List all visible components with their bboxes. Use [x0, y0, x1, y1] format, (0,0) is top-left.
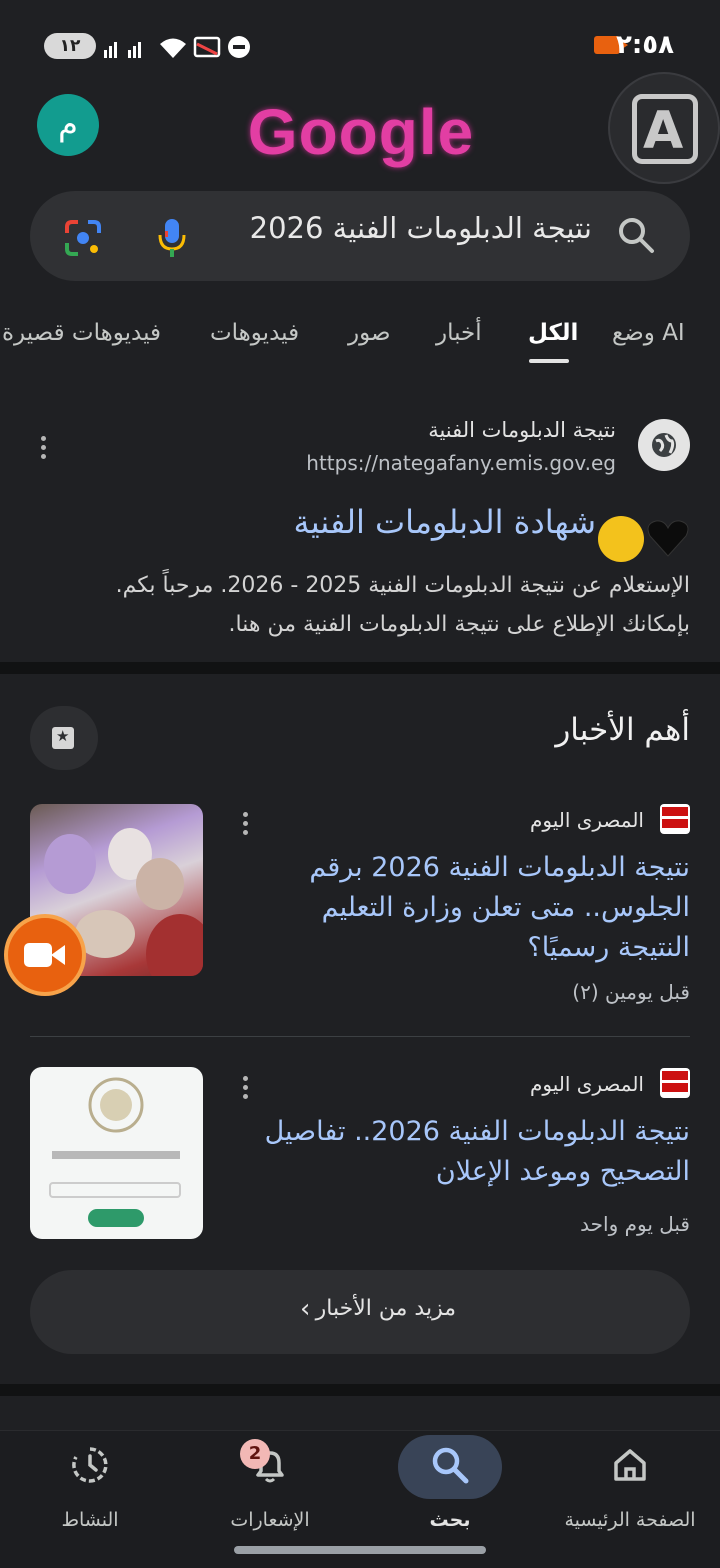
- story-source: المصرى اليوم: [529, 808, 644, 832]
- result-snippet-line: بإمكانك الإطلاع على نتيجة الدبلومات الفن…: [228, 612, 690, 637]
- tab-ai-mode[interactable]: وضع AI: [612, 320, 685, 346]
- nav-home[interactable]: الصفحة الرئيسية: [540, 1431, 720, 1551]
- section-divider: [0, 662, 720, 674]
- source-logo-icon: [660, 804, 690, 834]
- tab-images[interactable]: صور: [348, 320, 391, 346]
- floating-app-button[interactable]: A: [608, 72, 720, 184]
- section-divider: [0, 1384, 720, 1396]
- tab-short-videos[interactable]: فيديوهات قصيرة: [2, 320, 161, 346]
- more-news-label: مزيد من الأخبار: [315, 1296, 456, 1321]
- nav-search[interactable]: بحث: [360, 1431, 540, 1551]
- nav-notifications[interactable]: 2 الإشعارات: [180, 1431, 360, 1551]
- wifi-icon: [158, 36, 188, 58]
- activity-icon: [70, 1445, 110, 1485]
- top-stories-heading: أهم الأخبار: [555, 712, 690, 748]
- result-site-name[interactable]: نتيجة الدبلومات الفنية: [428, 418, 616, 442]
- story-title-link[interactable]: نتيجة الدبلومات الفنية 2026 برقم الجلوس.…: [250, 848, 690, 968]
- home-icon: [610, 1445, 650, 1485]
- gesture-home-bar[interactable]: [234, 1546, 486, 1554]
- search-icon: [430, 1445, 470, 1485]
- story-more-options-icon[interactable]: [240, 1076, 250, 1106]
- result-more-options-icon[interactable]: [38, 436, 48, 466]
- search-icon: [616, 215, 656, 255]
- status-bar: ١٢ ٢:٥٨: [0, 0, 720, 92]
- result-snippet: الإستعلام عن نتيجة الدبلومات الفنية 2025…: [30, 566, 690, 644]
- doodle-logo-text: Google: [247, 96, 475, 168]
- upside-down-face-emoji-icon: [598, 516, 644, 562]
- tab-all[interactable]: الكل: [528, 320, 578, 346]
- nav-activity[interactable]: النشاط: [0, 1431, 180, 1551]
- story-title-link[interactable]: نتيجة الدبلومات الفنية 2026.. تفاصيل الت…: [250, 1112, 690, 1192]
- news-follow-icon[interactable]: [30, 706, 98, 770]
- search-query[interactable]: نتيجة الدبلومات الفنية 2026: [250, 211, 592, 245]
- search-tabs: وضع AI الكل أخبار صور فيديوهات فيديوهات …: [0, 310, 720, 370]
- result-url[interactable]: https://nategafany.emis.gov.eg: [306, 451, 616, 475]
- active-tab-indicator: [529, 359, 569, 363]
- account-avatar[interactable]: م: [37, 94, 99, 156]
- nav-label: بحث: [429, 1509, 471, 1531]
- do-not-disturb-icon: [228, 36, 250, 58]
- tab-news[interactable]: أخبار: [436, 320, 482, 346]
- story-source: المصرى اليوم: [529, 1072, 644, 1096]
- search-box[interactable]: نتيجة الدبلومات الفنية 2026: [30, 191, 690, 281]
- status-time: ٢:٥٨: [615, 30, 674, 60]
- cast-icon: [193, 36, 221, 58]
- google-lens-icon[interactable]: [64, 219, 102, 257]
- story-time: قبل يومين (٢): [572, 980, 690, 1004]
- result-snippet-line: الإستعلام عن نتيجة الدبلومات الفنية 2025…: [115, 573, 690, 598]
- signal-icon: [104, 36, 150, 58]
- story-thumbnail[interactable]: [30, 1067, 203, 1239]
- screen-record-bubble-icon[interactable]: [8, 918, 82, 992]
- black-heart-emoji-icon: [646, 518, 690, 558]
- more-news-button[interactable]: مزيد من الأخبار ‹: [30, 1270, 690, 1354]
- google-doodle[interactable]: Google: [246, 92, 476, 176]
- story-more-options-icon[interactable]: [240, 812, 250, 842]
- battery-indicator: ١٢: [44, 33, 96, 59]
- nav-label: النشاط: [61, 1509, 119, 1531]
- voice-search-icon[interactable]: [156, 217, 188, 259]
- tab-videos[interactable]: فيديوهات: [210, 320, 299, 346]
- app-logo-icon: A: [632, 94, 698, 164]
- result-title-link[interactable]: شهادة الدبلومات الفنية: [294, 503, 596, 541]
- story-divider: [30, 1036, 690, 1037]
- nav-label: الإشعارات: [230, 1509, 310, 1531]
- site-favicon-globe-icon: [638, 419, 690, 471]
- notification-badge: 2: [240, 1439, 270, 1469]
- nav-label: الصفحة الرئيسية: [564, 1509, 696, 1531]
- chevron-left-icon: ‹: [300, 1294, 311, 1324]
- story-time: قبل يوم واحد: [580, 1212, 690, 1236]
- source-logo-icon: [660, 1068, 690, 1098]
